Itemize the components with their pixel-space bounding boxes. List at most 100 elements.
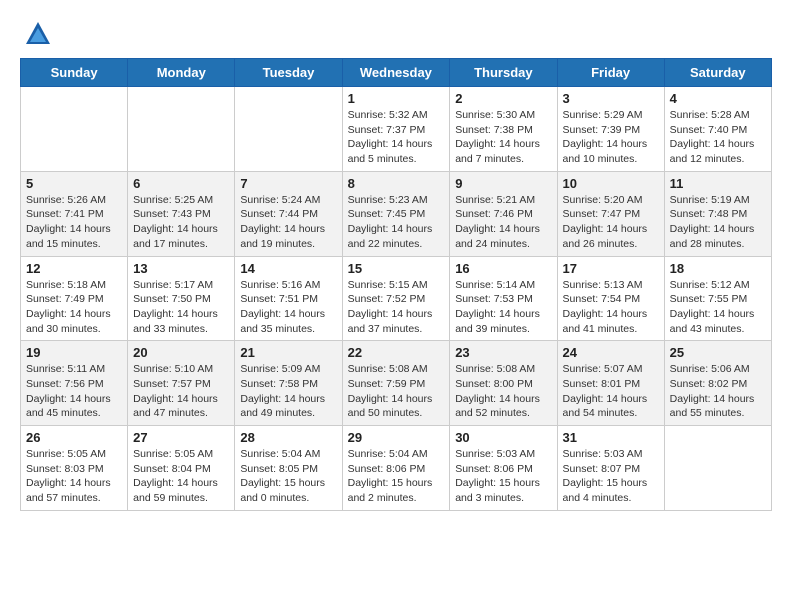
calendar-day-cell: 15Sunrise: 5:15 AMSunset: 7:52 PMDayligh… xyxy=(342,256,450,341)
day-number: 28 xyxy=(240,430,336,445)
day-of-week-header: Saturday xyxy=(664,59,771,87)
day-info: Sunrise: 5:20 AMSunset: 7:47 PMDaylight:… xyxy=(563,193,659,252)
calendar-day-cell: 14Sunrise: 5:16 AMSunset: 7:51 PMDayligh… xyxy=(235,256,342,341)
calendar-header-row: SundayMondayTuesdayWednesdayThursdayFrid… xyxy=(21,59,772,87)
calendar-day-cell: 6Sunrise: 5:25 AMSunset: 7:43 PMDaylight… xyxy=(128,171,235,256)
day-number: 3 xyxy=(563,91,659,106)
day-info: Sunrise: 5:05 AMSunset: 8:03 PMDaylight:… xyxy=(26,447,122,506)
day-number: 5 xyxy=(26,176,122,191)
day-info: Sunrise: 5:11 AMSunset: 7:56 PMDaylight:… xyxy=(26,362,122,421)
calendar-week-row: 19 Sunrise: 5:11 AMSunset: 7:56 PMDayligh… xyxy=(21,341,772,426)
day-info: Sunrise: 5:26 AMSunset: 7:41 PMDaylight:… xyxy=(26,193,122,252)
day-number: 21 xyxy=(240,345,336,360)
day-info: Sunrise: 5:30 AMSunset: 7:38 PMDaylight:… xyxy=(455,108,551,167)
calendar-day-cell: 7 Sunrise: 5:24 AMSunset: 7:44 PMDaylight… xyxy=(235,171,342,256)
day-info: Sunrise: 5:09 AMSunset: 7:58 PMDaylight:… xyxy=(240,362,336,421)
logo xyxy=(20,20,52,48)
day-info: Sunrise: 5:03 AMSunset: 8:06 PMDaylight:… xyxy=(455,447,551,506)
day-number: 2 xyxy=(455,91,551,106)
day-info: Sunrise: 5:28 AMSunset: 7:40 PMDaylight:… xyxy=(670,108,766,167)
day-number: 24 xyxy=(563,345,659,360)
day-number: 27 xyxy=(133,430,229,445)
day-number: 31 xyxy=(563,430,659,445)
day-number: 8 xyxy=(348,176,445,191)
calendar-day-cell: 29Sunrise: 5:04 AMSunset: 8:06 PMDayligh… xyxy=(342,426,450,511)
day-number: 16 xyxy=(455,261,551,276)
calendar-table: SundayMondayTuesdayWednesdayThursdayFrid… xyxy=(20,58,772,511)
day-number: 4 xyxy=(670,91,766,106)
calendar-day-cell: 9 Sunrise: 5:21 AMSunset: 7:46 PMDaylight… xyxy=(450,171,557,256)
calendar-day-cell xyxy=(21,87,128,172)
day-number: 25 xyxy=(670,345,766,360)
calendar-week-row: 1Sunrise: 5:32 AMSunset: 7:37 PMDaylight… xyxy=(21,87,772,172)
day-number: 30 xyxy=(455,430,551,445)
day-info: Sunrise: 5:14 AMSunset: 7:53 PMDaylight:… xyxy=(455,278,551,337)
calendar-day-cell: 16 Sunrise: 5:14 AMSunset: 7:53 PMDayligh… xyxy=(450,256,557,341)
day-of-week-header: Friday xyxy=(557,59,664,87)
calendar-day-cell: 20 Sunrise: 5:10 AMSunset: 7:57 PMDayligh… xyxy=(128,341,235,426)
day-of-week-header: Wednesday xyxy=(342,59,450,87)
calendar-day-cell: 28 Sunrise: 5:04 AMSunset: 8:05 PMDayligh… xyxy=(235,426,342,511)
day-info: Sunrise: 5:18 AMSunset: 7:49 PMDaylight:… xyxy=(26,278,122,337)
day-info: Sunrise: 5:16 AMSunset: 7:51 PMDaylight:… xyxy=(240,278,336,337)
day-number: 18 xyxy=(670,261,766,276)
calendar-day-cell xyxy=(235,87,342,172)
day-number: 11 xyxy=(670,176,766,191)
day-number: 26 xyxy=(26,430,122,445)
calendar-day-cell: 13 Sunrise: 5:17 AMSunset: 7:50 PMDayligh… xyxy=(128,256,235,341)
calendar-day-cell: 11 Sunrise: 5:19 AMSunset: 7:48 PMDayligh… xyxy=(664,171,771,256)
day-of-week-header: Thursday xyxy=(450,59,557,87)
day-info: Sunrise: 5:10 AMSunset: 7:57 PMDaylight:… xyxy=(133,362,229,421)
day-number: 9 xyxy=(455,176,551,191)
calendar-day-cell: 23Sunrise: 5:08 AMSunset: 8:00 PMDayligh… xyxy=(450,341,557,426)
calendar-week-row: 12 Sunrise: 5:18 AMSunset: 7:49 PMDayligh… xyxy=(21,256,772,341)
day-of-week-header: Sunday xyxy=(21,59,128,87)
logo-icon xyxy=(24,20,52,48)
calendar-day-cell: 22Sunrise: 5:08 AMSunset: 7:59 PMDayligh… xyxy=(342,341,450,426)
day-info: Sunrise: 5:06 AMSunset: 8:02 PMDaylight:… xyxy=(670,362,766,421)
calendar-day-cell xyxy=(664,426,771,511)
day-info: Sunrise: 5:04 AMSunset: 8:06 PMDaylight:… xyxy=(348,447,445,506)
calendar-day-cell: 26 Sunrise: 5:05 AMSunset: 8:03 PMDayligh… xyxy=(21,426,128,511)
day-number: 6 xyxy=(133,176,229,191)
calendar-day-cell: 19 Sunrise: 5:11 AMSunset: 7:56 PMDayligh… xyxy=(21,341,128,426)
calendar-day-cell: 3 Sunrise: 5:29 AMSunset: 7:39 PMDaylight… xyxy=(557,87,664,172)
calendar-day-cell: 31 Sunrise: 5:03 AMSunset: 8:07 PMDayligh… xyxy=(557,426,664,511)
day-number: 23 xyxy=(455,345,551,360)
calendar-day-cell: 12 Sunrise: 5:18 AMSunset: 7:49 PMDayligh… xyxy=(21,256,128,341)
day-info: Sunrise: 5:17 AMSunset: 7:50 PMDaylight:… xyxy=(133,278,229,337)
day-info: Sunrise: 5:21 AMSunset: 7:46 PMDaylight:… xyxy=(455,193,551,252)
calendar-day-cell xyxy=(128,87,235,172)
day-info: Sunrise: 5:29 AMSunset: 7:39 PMDaylight:… xyxy=(563,108,659,167)
day-number: 13 xyxy=(133,261,229,276)
day-number: 12 xyxy=(26,261,122,276)
day-info: Sunrise: 5:05 AMSunset: 8:04 PMDaylight:… xyxy=(133,447,229,506)
day-info: Sunrise: 5:23 AMSunset: 7:45 PMDaylight:… xyxy=(348,193,445,252)
day-number: 7 xyxy=(240,176,336,191)
day-info: Sunrise: 5:03 AMSunset: 8:07 PMDaylight:… xyxy=(563,447,659,506)
calendar-day-cell: 4 Sunrise: 5:28 AMSunset: 7:40 PMDaylight… xyxy=(664,87,771,172)
day-of-week-header: Monday xyxy=(128,59,235,87)
day-info: Sunrise: 5:08 AMSunset: 7:59 PMDaylight:… xyxy=(348,362,445,421)
calendar-day-cell: 21 Sunrise: 5:09 AMSunset: 7:58 PMDayligh… xyxy=(235,341,342,426)
day-of-week-header: Tuesday xyxy=(235,59,342,87)
day-number: 10 xyxy=(563,176,659,191)
day-number: 19 xyxy=(26,345,122,360)
calendar-week-row: 5 Sunrise: 5:26 AMSunset: 7:41 PMDaylight… xyxy=(21,171,772,256)
calendar-day-cell: 10 Sunrise: 5:20 AMSunset: 7:47 PMDayligh… xyxy=(557,171,664,256)
day-number: 20 xyxy=(133,345,229,360)
day-info: Sunrise: 5:19 AMSunset: 7:48 PMDaylight:… xyxy=(670,193,766,252)
day-info: Sunrise: 5:13 AMSunset: 7:54 PMDaylight:… xyxy=(563,278,659,337)
day-info: Sunrise: 5:24 AMSunset: 7:44 PMDaylight:… xyxy=(240,193,336,252)
calendar-day-cell: 1Sunrise: 5:32 AMSunset: 7:37 PMDaylight… xyxy=(342,87,450,172)
calendar-day-cell: 17Sunrise: 5:13 AMSunset: 7:54 PMDayligh… xyxy=(557,256,664,341)
calendar-week-row: 26 Sunrise: 5:05 AMSunset: 8:03 PMDayligh… xyxy=(21,426,772,511)
calendar-day-cell: 25 Sunrise: 5:06 AMSunset: 8:02 PMDayligh… xyxy=(664,341,771,426)
page-header xyxy=(20,20,772,48)
day-number: 15 xyxy=(348,261,445,276)
day-info: Sunrise: 5:04 AMSunset: 8:05 PMDaylight:… xyxy=(240,447,336,506)
calendar-day-cell: 2 Sunrise: 5:30 AMSunset: 7:38 PMDaylight… xyxy=(450,87,557,172)
calendar-day-cell: 18Sunrise: 5:12 AMSunset: 7:55 PMDayligh… xyxy=(664,256,771,341)
calendar-day-cell: 5 Sunrise: 5:26 AMSunset: 7:41 PMDaylight… xyxy=(21,171,128,256)
calendar-day-cell: 8 Sunrise: 5:23 AMSunset: 7:45 PMDaylight… xyxy=(342,171,450,256)
